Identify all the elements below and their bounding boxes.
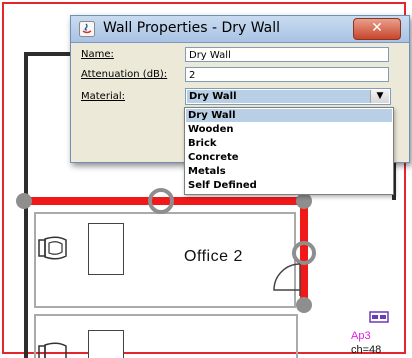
material-dropdown-list[interactable]: Dry Wall Wooden Brick Concrete Metals Se… bbox=[184, 107, 394, 195]
java-app-icon bbox=[79, 21, 95, 37]
material-label: Material: bbox=[81, 91, 125, 102]
material-option[interactable]: Dry Wall bbox=[186, 109, 392, 122]
material-selected-value: Dry Wall bbox=[187, 90, 370, 103]
wall-node[interactable] bbox=[296, 297, 312, 313]
access-point-icon[interactable] bbox=[369, 310, 389, 324]
access-point-name: Ap3 bbox=[351, 330, 371, 342]
name-label: Name: bbox=[81, 49, 114, 60]
door-icon bbox=[273, 263, 301, 296]
material-select[interactable]: Dry Wall ▼ bbox=[185, 88, 391, 105]
dialog-title: Wall Properties - Dry Wall bbox=[103, 20, 281, 36]
attenuation-field[interactable]: 2 bbox=[185, 67, 389, 82]
wall-lower-room[interactable] bbox=[34, 314, 298, 358]
wall-office-2-inner[interactable] bbox=[34, 212, 296, 308]
wall-handle-ring[interactable] bbox=[148, 188, 174, 214]
wall-top-left[interactable] bbox=[24, 52, 74, 56]
room-label: Office 2 bbox=[184, 248, 243, 265]
wall-left-upper[interactable] bbox=[24, 52, 28, 202]
chair-icon bbox=[38, 342, 67, 358]
desk bbox=[88, 223, 124, 275]
name-field[interactable]: Dry Wall bbox=[185, 47, 389, 62]
access-point-channel: ch=48 bbox=[351, 344, 382, 356]
chevron-down-icon[interactable]: ▼ bbox=[370, 90, 389, 103]
desk bbox=[88, 330, 124, 358]
wall-left-lower[interactable] bbox=[24, 202, 28, 358]
wall-node[interactable] bbox=[296, 193, 312, 209]
material-option[interactable]: Metals bbox=[186, 165, 392, 178]
material-option[interactable]: Brick bbox=[186, 137, 392, 150]
material-option[interactable]: Wooden bbox=[186, 123, 392, 136]
chair-icon bbox=[38, 236, 67, 260]
dialog-titlebar[interactable]: Wall Properties - Dry Wall ✕ bbox=[71, 16, 409, 43]
close-button[interactable]: ✕ bbox=[353, 18, 401, 40]
wall-node[interactable] bbox=[16, 193, 32, 209]
material-option[interactable]: Self Defined bbox=[186, 179, 392, 192]
attenuation-label: Attenuation (dB): bbox=[81, 69, 168, 80]
material-option[interactable]: Concrete bbox=[186, 151, 392, 164]
